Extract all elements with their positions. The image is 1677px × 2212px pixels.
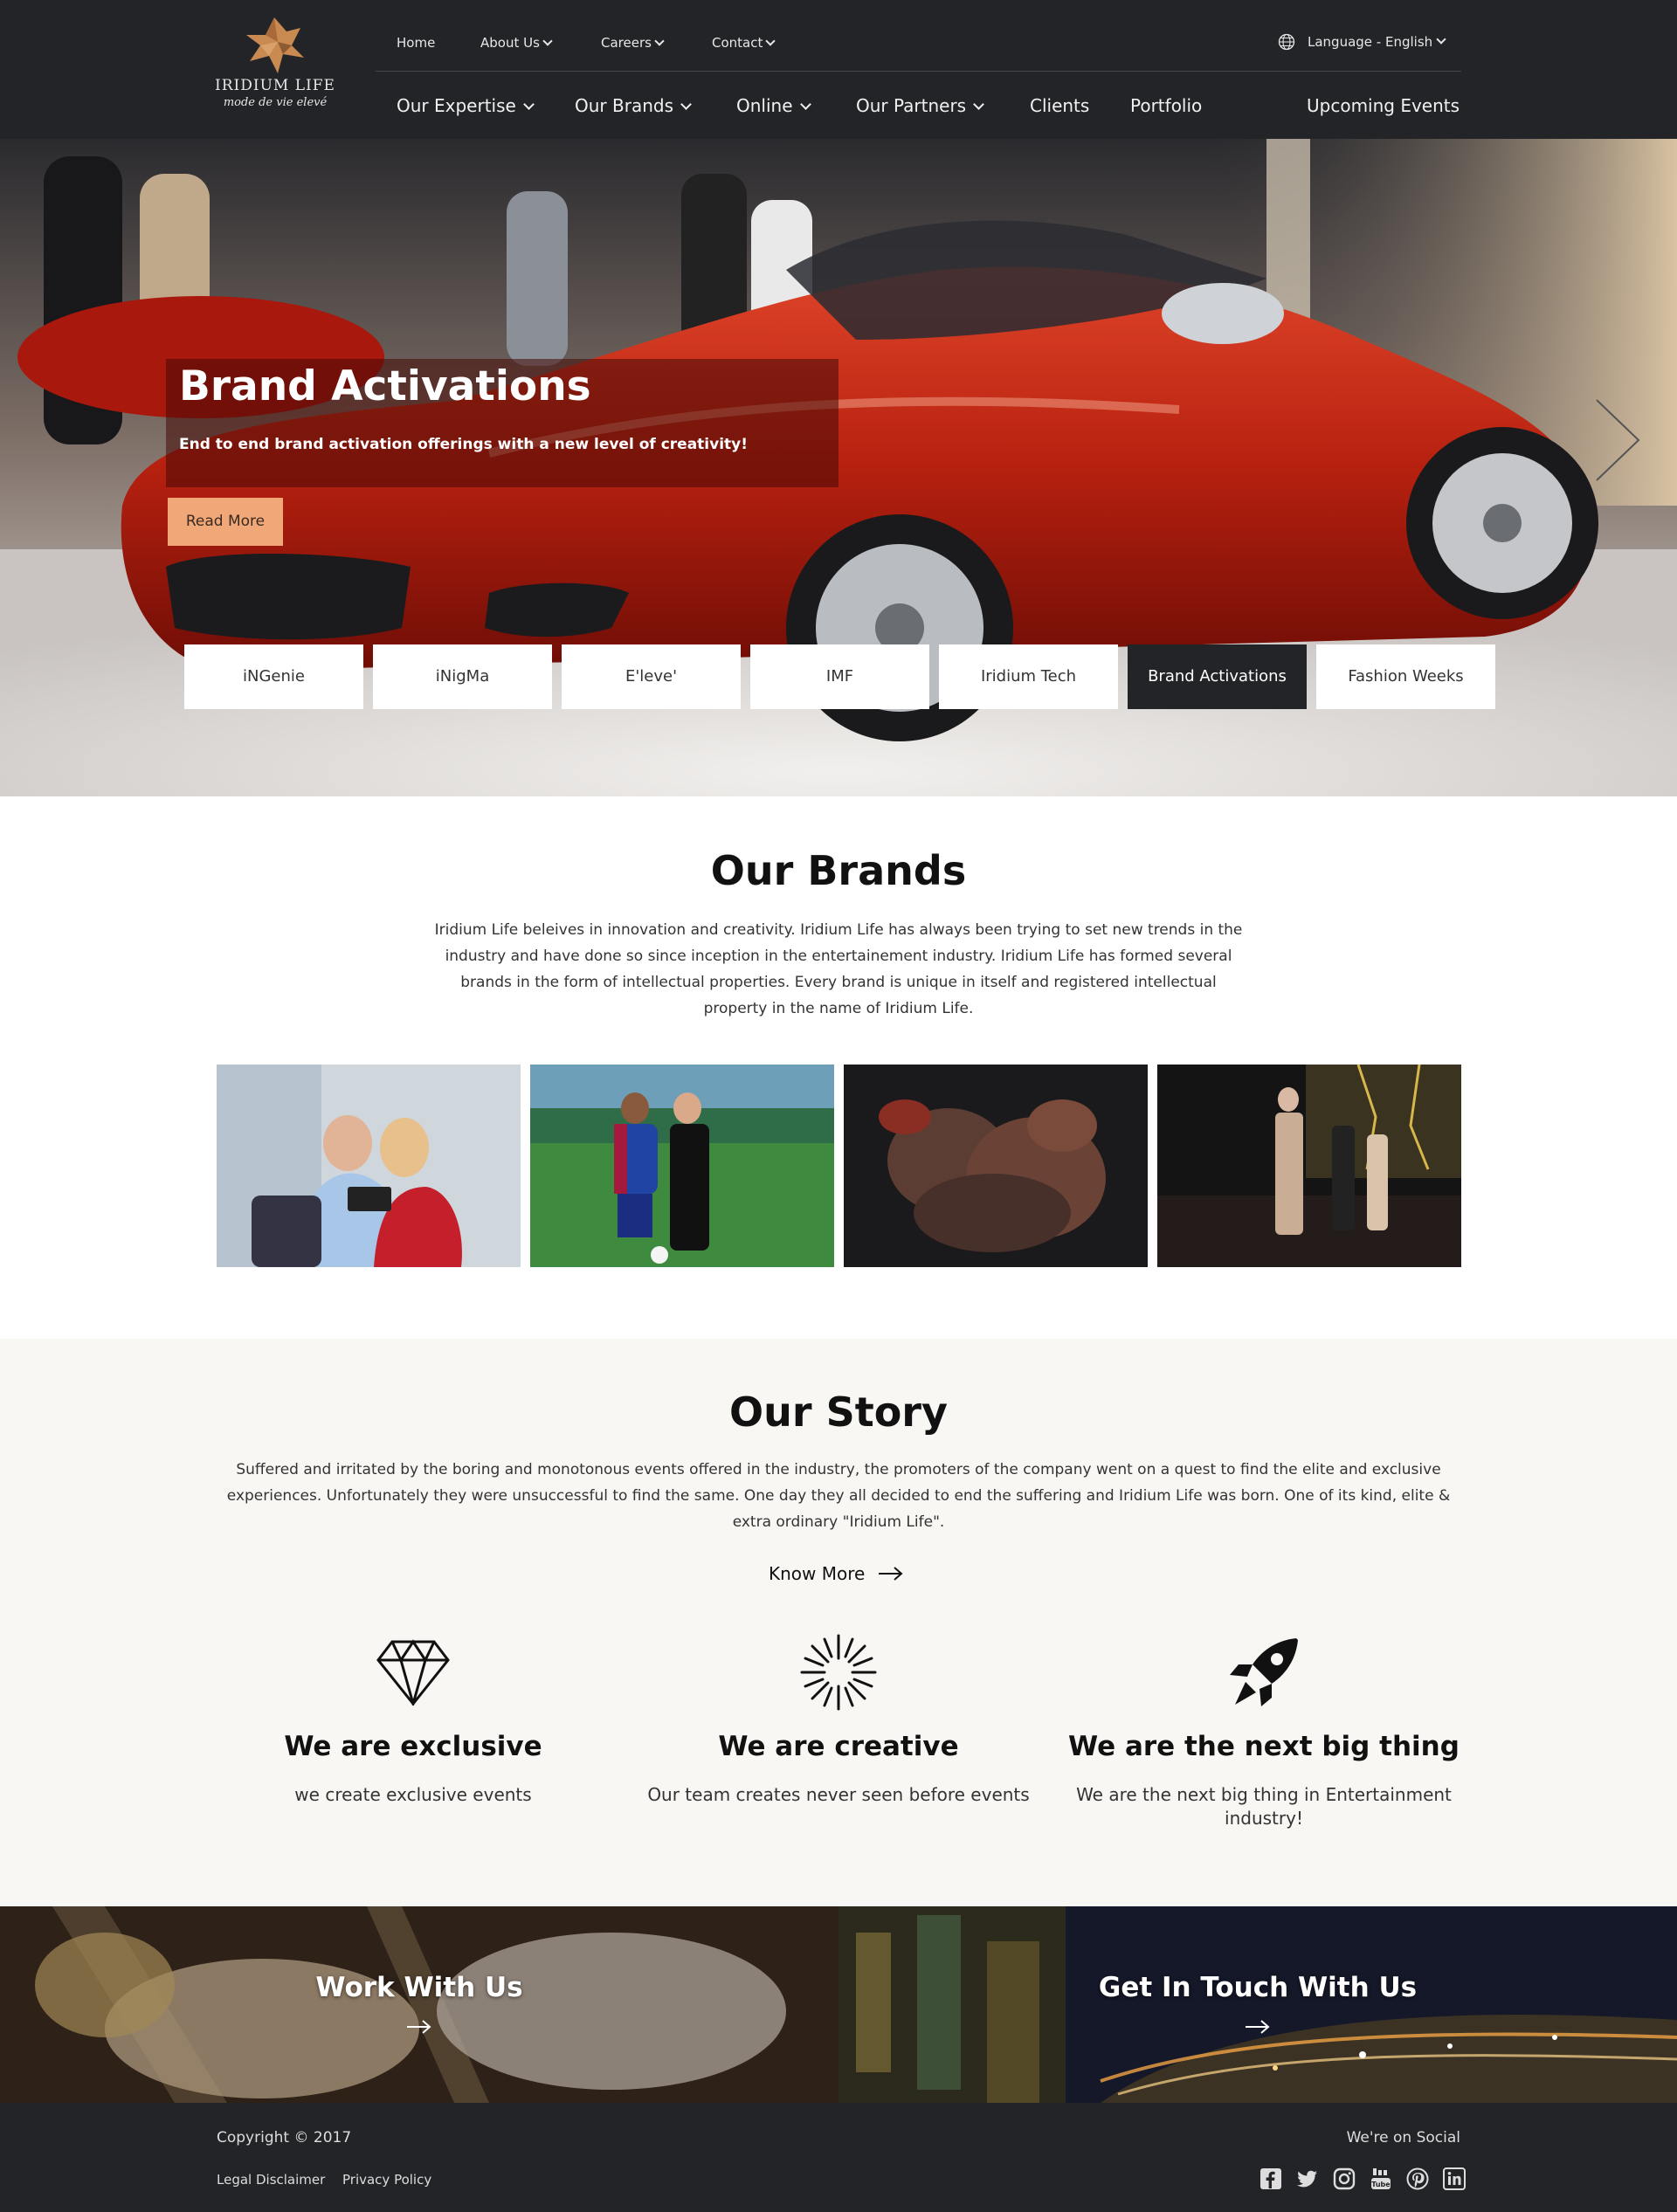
feature-next-big-thing: We are the next big thing We are the nex… — [1059, 1633, 1469, 1830]
pinterest-icon[interactable] — [1406, 2167, 1429, 2190]
feature-title: We are the next big thing — [1068, 1731, 1460, 1762]
brand-image-football[interactable] — [530, 1065, 834, 1267]
mainnav-label: Online — [736, 95, 793, 116]
chevron-down-icon — [680, 99, 692, 110]
work-with-us-panel[interactable]: Work With Us — [0, 1906, 838, 2103]
feature-text: Our team creates never seen before event… — [647, 1784, 1030, 1805]
mainnav-our-partners[interactable]: Our Partners — [856, 95, 984, 116]
topnav-careers[interactable]: Careers — [601, 35, 665, 51]
mainnav-our-expertise[interactable]: Our Expertise — [397, 95, 535, 116]
logo-name: IRIDIUM LIFE — [215, 77, 335, 94]
chevron-right-icon[interactable] — [1591, 396, 1644, 484]
mainnav-label: Clients — [1030, 95, 1090, 116]
feature-exclusive: We are exclusive we create exclusive eve… — [208, 1633, 618, 1807]
chevron-down-icon — [522, 99, 535, 110]
feature-text: we create exclusive events — [294, 1784, 532, 1805]
know-more-label: Know More — [769, 1563, 866, 1584]
brand-photo-dance — [844, 1065, 1148, 1267]
brand-image-fashion[interactable] — [1157, 1065, 1461, 1267]
top-nav: Home About Us Careers Contact Language -… — [376, 0, 1461, 72]
feature-creative: We are creative Our team creates never s… — [633, 1633, 1044, 1807]
rocket-icon — [1230, 1638, 1298, 1706]
read-more-button[interactable]: Read More — [168, 498, 283, 546]
origami-bird-logo-icon — [246, 17, 304, 73]
feature-title: We are creative — [718, 1731, 959, 1762]
brand-image-dance[interactable] — [844, 1065, 1148, 1267]
globe-icon — [1278, 33, 1295, 51]
linkedin-icon[interactable] — [1443, 2167, 1466, 2190]
site-header: IRIDIUM LIFE mode de vie elevé Home Abou… — [0, 0, 1677, 139]
logo[interactable]: IRIDIUM LIFE mode de vie elevé — [215, 16, 335, 121]
slider-tab-inigma[interactable]: iNigMa — [373, 644, 552, 709]
know-more-link[interactable]: Know More — [769, 1563, 903, 1584]
story-title: Our Story — [729, 1389, 948, 1436]
work-with-us-background — [0, 1906, 838, 2103]
mainnav-label: Our Brands — [575, 95, 673, 116]
facebook-icon[interactable] — [1259, 2167, 1282, 2190]
get-in-touch-panel[interactable]: Get In Touch With Us — [838, 1906, 1677, 2103]
arrow-right-icon — [879, 1567, 903, 1581]
topnav-contact-label: Contact — [712, 35, 763, 51]
brand-photo-football — [530, 1065, 834, 1267]
copyright-text: Copyright © 2017 — [217, 2129, 352, 2147]
hero-title: Brand Activations — [179, 362, 591, 410]
twitter-icon[interactable] — [1296, 2167, 1319, 2190]
instagram-icon[interactable] — [1333, 2167, 1356, 2190]
logo-tagline: mode de vie elevé — [223, 96, 328, 109]
topnav-contact[interactable]: Contact — [712, 35, 776, 51]
get-in-touch-background — [838, 1906, 1677, 2103]
story-description: Suffered and irritated by the boring and… — [226, 1461, 1451, 1531]
slider-tab-iridium-tech[interactable]: Iridium Tech — [939, 644, 1118, 709]
mainnav-clients[interactable]: Clients — [1030, 95, 1089, 116]
topnav-about-label: About Us — [480, 35, 540, 51]
mainnav-label: Our Partners — [856, 95, 967, 116]
mainnav-our-brands[interactable]: Our Brands — [575, 95, 692, 116]
feature-title: We are exclusive — [284, 1731, 542, 1762]
topnav-home[interactable]: Home — [397, 35, 435, 51]
chevron-down-icon — [542, 36, 553, 46]
slider-tab-eleve[interactable]: E'leve' — [562, 644, 741, 709]
mainnav-online[interactable]: Online — [736, 95, 811, 116]
social-label: We're on Social — [1346, 2129, 1460, 2147]
brands-title: Our Brands — [710, 847, 967, 894]
mainnav-label: Our Expertise — [397, 95, 516, 116]
mainnav-portfolio[interactable]: Portfolio — [1130, 95, 1202, 116]
chevron-down-icon — [1436, 34, 1446, 45]
topnav-home-label: Home — [397, 35, 436, 51]
hero-subtitle: End to end brand activation offerings wi… — [179, 436, 748, 453]
feature-text: We are the next big thing in Entertainme… — [1076, 1784, 1452, 1829]
arrow-right-icon — [407, 2020, 431, 2034]
language-selector[interactable]: Language - English — [1278, 33, 1446, 51]
mainnav-label: Upcoming Events — [1307, 95, 1460, 116]
brand-photo-couple — [217, 1065, 521, 1267]
slider-tab-brand-activations[interactable]: Brand Activations — [1128, 644, 1307, 709]
site-footer: Copyright © 2017 Legal Disclaimer Privac… — [0, 2103, 1677, 2212]
chevron-down-icon — [973, 99, 984, 110]
mainnav-upcoming-events[interactable]: Upcoming Events — [1307, 95, 1460, 116]
arrow-right-icon — [1246, 2020, 1270, 2034]
hero-slider: Brand Activations End to end brand activ… — [0, 139, 1677, 796]
slider-tab-ingenie[interactable]: iNGenie — [184, 644, 363, 709]
brands-description: Iridium Life beleives in innovation and … — [434, 921, 1243, 1017]
diamond-icon — [376, 1639, 450, 1706]
mainnav-label: Portfolio — [1130, 95, 1203, 116]
legal-disclaimer-link[interactable]: Legal Disclaimer — [217, 2172, 325, 2188]
slider-tab-imf[interactable]: IMF — [750, 644, 929, 709]
brand-photo-fashion — [1157, 1065, 1461, 1267]
privacy-policy-link[interactable]: Privacy Policy — [342, 2172, 431, 2188]
get-in-touch-title: Get In Touch With Us — [1098, 1972, 1418, 2003]
topnav-about-us[interactable]: About Us — [480, 35, 553, 51]
topnav-careers-label: Careers — [601, 35, 652, 51]
slider-tab-fashion-weeks[interactable]: Fashion Weeks — [1316, 644, 1495, 709]
brand-image-couple[interactable] — [217, 1065, 521, 1267]
chevron-down-icon — [765, 36, 776, 46]
language-label: Language - English — [1308, 34, 1433, 50]
chevron-down-icon — [799, 99, 811, 110]
work-with-us-title: Work With Us — [315, 1972, 523, 2003]
youtube-icon[interactable]: Tube — [1370, 2167, 1392, 2190]
chevron-down-icon — [654, 36, 665, 46]
burst-icon — [800, 1634, 877, 1711]
svg-text:Tube: Tube — [1371, 2181, 1391, 2188]
